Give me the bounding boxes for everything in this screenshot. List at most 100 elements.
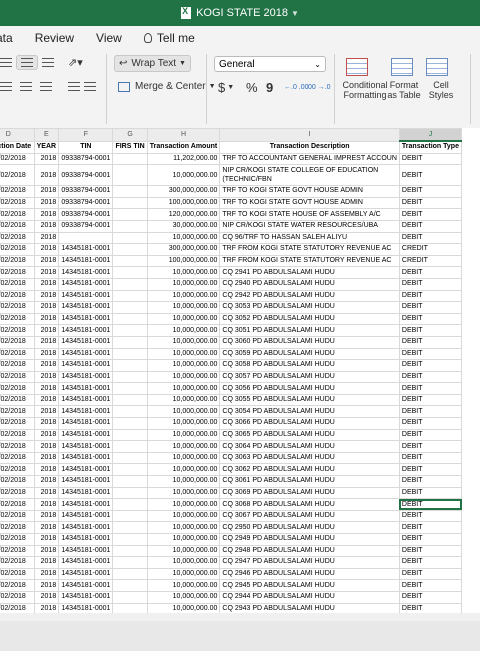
cell-tin[interactable]: 14345181-0001 <box>58 567 114 581</box>
cell-firs-tin[interactable] <box>112 579 148 592</box>
cell-firs-tin[interactable] <box>112 152 148 166</box>
cell-date[interactable]: 01/02/2018 <box>0 185 35 198</box>
cell-description[interactable]: CQ 3055 PD ABDULSALAMI HUDU <box>219 393 400 407</box>
cell-date[interactable]: 01/02/2018 <box>0 590 35 604</box>
cell-firs-tin[interactable] <box>112 335 148 349</box>
cell-year[interactable]: 2018 <box>33 219 60 233</box>
cell-amount[interactable]: 10,000,000.00 <box>146 590 221 604</box>
cell-firs-tin[interactable] <box>112 451 148 465</box>
cell-type[interactable]: DEBIT <box>398 370 463 384</box>
cell-firs-tin[interactable] <box>112 289 148 303</box>
cell-type[interactable]: DEBIT <box>398 289 463 303</box>
cell-firs-tin[interactable] <box>112 370 148 384</box>
cell-date[interactable]: 01/02/2018 <box>0 370 35 384</box>
cell-type[interactable]: DEBIT <box>398 324 463 337</box>
cell-tin[interactable]: 14345181-0001 <box>58 486 114 500</box>
cell-description[interactable]: CQ 96/TRF TO HASSAN SALEH ALIYU <box>219 231 400 245</box>
cell-year[interactable]: 2018 <box>33 579 60 592</box>
cell-year[interactable]: 2018 <box>33 312 60 326</box>
cell-amount[interactable]: 10,000,000.00 <box>146 602 221 613</box>
cell-description[interactable]: CQ 3069 PD ABDULSALAMI HUDU <box>219 486 400 500</box>
cell-description[interactable]: NIP CR/KOGI STATE WATER RESOURCES/UBA <box>219 219 400 233</box>
cell-tin[interactable]: 14345181-0001 <box>58 579 114 592</box>
cell-type[interactable]: DEBIT <box>398 382 463 395</box>
cell-amount[interactable]: 10,000,000.00 <box>146 486 221 500</box>
cell-tin[interactable]: 14345181-0001 <box>58 544 114 558</box>
comma-button[interactable]: 9 <box>266 80 273 95</box>
cell-tin[interactable]: 14345181-0001 <box>58 382 114 395</box>
tab-review[interactable]: Review <box>35 31 74 45</box>
cell-firs-tin[interactable] <box>112 231 148 245</box>
cell-tin[interactable]: 14345181-0001 <box>58 602 114 613</box>
cell-type[interactable]: DEBIT <box>398 164 463 187</box>
cell-amount[interactable]: 10,000,000.00 <box>146 498 221 511</box>
column-header-g[interactable]: G <box>112 128 148 142</box>
cell-date[interactable]: 01/02/2018 <box>0 289 35 303</box>
cell-year[interactable]: 2018 <box>33 370 60 384</box>
cell-year[interactable]: 2018 <box>33 164 60 187</box>
cell-description[interactable]: CQ 3053 PD ABDULSALAMI HUDU <box>219 301 400 314</box>
cell-amount[interactable]: 10,000,000.00 <box>146 164 221 187</box>
cell-date[interactable]: 01/02/2018 <box>0 243 35 256</box>
cell-date[interactable]: 01/02/2018 <box>0 521 35 534</box>
cell-type[interactable]: DEBIT <box>398 417 463 430</box>
cell-tin[interactable]: 14345181-0001 <box>58 335 114 349</box>
cell-year[interactable]: 2018 <box>33 335 60 349</box>
cell-type[interactable]: DEBIT <box>398 567 463 581</box>
conditional-formatting-icon[interactable] <box>346 58 368 76</box>
cell-firs-tin[interactable] <box>112 475 148 488</box>
cell-tin[interactable] <box>58 231 114 245</box>
cell-tin[interactable]: 14345181-0001 <box>58 556 114 569</box>
align-center2-icon[interactable] <box>20 82 32 91</box>
cell-date[interactable]: 01/02/2018 <box>0 393 35 407</box>
cell-firs-tin[interactable] <box>112 266 148 279</box>
cell-year[interactable]: 2018 <box>33 463 60 477</box>
cell-description[interactable]: CQ 3058 PD ABDULSALAMI HUDU <box>219 359 400 372</box>
cell-year[interactable]: 2018 <box>33 324 60 337</box>
cell-tin[interactable]: 14345181-0001 <box>58 428 114 442</box>
cell-description[interactable]: CQ 3059 PD ABDULSALAMI HUDU <box>219 347 400 361</box>
cell-firs-tin[interactable] <box>112 347 148 361</box>
cell-tin[interactable]: 14345181-0001 <box>58 254 114 268</box>
cell-tin[interactable]: 14345181-0001 <box>58 463 114 477</box>
cell-tin[interactable]: 14345181-0001 <box>58 393 114 407</box>
cell-description[interactable]: CQ 2949 PD ABDULSALAMI HUDU <box>219 533 400 546</box>
cell-description[interactable]: TRF TO KOGI STATE HOUSE OF ASSEMBLY A/C <box>219 208 400 221</box>
cell-styles-label[interactable]: Cell Styles <box>426 80 456 100</box>
cell-amount[interactable]: 10,000,000.00 <box>146 393 221 407</box>
cell-year[interactable]: 2018 <box>33 382 60 395</box>
cell-amount[interactable]: 10,000,000.00 <box>146 312 221 326</box>
cell-amount[interactable]: 10,000,000.00 <box>146 359 221 372</box>
cell-firs-tin[interactable] <box>112 393 148 407</box>
cell-firs-tin[interactable] <box>112 382 148 395</box>
cell-tin[interactable]: 14345181-0001 <box>58 440 114 453</box>
cell-description[interactable]: TRF FROM KOGI STATE STATUTORY REVENUE AC <box>219 243 400 256</box>
cell-tin[interactable]: 14345181-0001 <box>58 347 114 361</box>
cell-firs-tin[interactable] <box>112 196 148 210</box>
tell-me[interactable]: Tell me <box>143 31 195 45</box>
cell-date[interactable]: 01/02/2018 <box>0 219 35 233</box>
cell-year[interactable]: 2018 <box>33 521 60 534</box>
cell-year[interactable]: 2018 <box>33 266 60 279</box>
cell-amount[interactable]: 10,000,000.00 <box>146 231 221 245</box>
cell-description[interactable]: CQ 2943 PD ABDULSALAMI HUDU <box>219 602 400 613</box>
cell-year[interactable]: 2018 <box>33 359 60 372</box>
cell-amount[interactable]: 10,000,000.00 <box>146 335 221 349</box>
increase-indent-icon[interactable] <box>84 82 96 91</box>
cell-type[interactable]: DEBIT <box>398 440 463 453</box>
cell-year[interactable]: 2018 <box>33 556 60 569</box>
cell-date[interactable]: 01/02/2018 <box>0 152 35 166</box>
cell-year[interactable]: 2018 <box>33 428 60 442</box>
cell-tin[interactable]: 09338794-0001 <box>58 219 114 233</box>
tab-data[interactable]: ata <box>0 31 13 45</box>
cell-description[interactable]: CQ 3051 PD ABDULSALAMI HUDU <box>219 324 400 337</box>
cell-amount[interactable]: 10,000,000.00 <box>146 509 221 523</box>
cell-type[interactable]: DEBIT <box>398 196 463 210</box>
cell-type[interactable]: CREDIT <box>398 254 463 268</box>
cell-firs-tin[interactable] <box>112 509 148 523</box>
cell-firs-tin[interactable] <box>112 359 148 372</box>
cell-amount[interactable]: 10,000,000.00 <box>146 266 221 279</box>
cell-firs-tin[interactable] <box>112 544 148 558</box>
cell-date[interactable]: 01/02/2018 <box>0 312 35 326</box>
currency-button[interactable]: $ ▼ <box>218 80 234 95</box>
